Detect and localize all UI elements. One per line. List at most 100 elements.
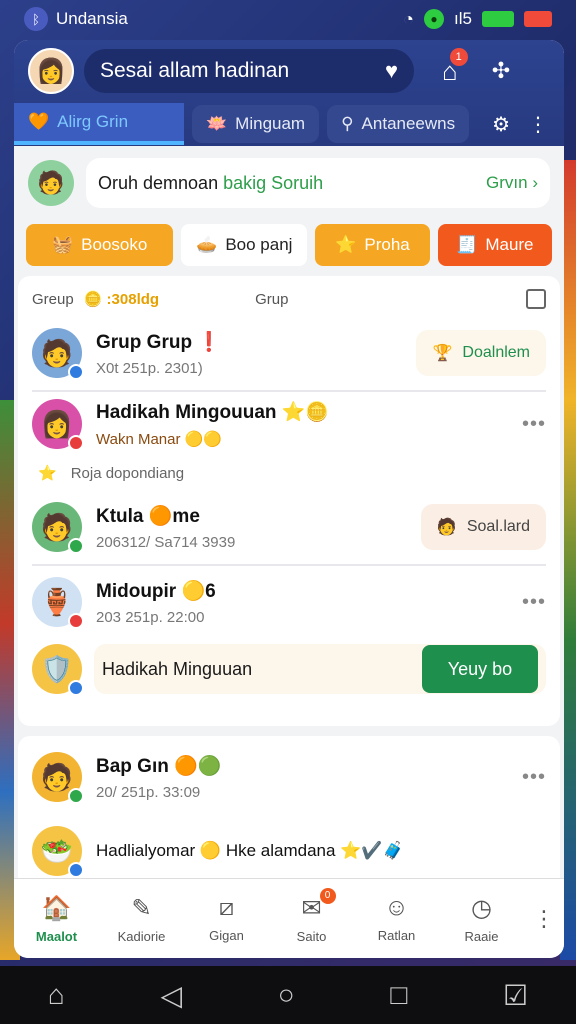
app-header: 👩 Sesai allam hadinan ♥ ⌂ 1 ✣ 🧡 Alirg Gr…	[14, 40, 564, 146]
chip-label: Boosoko	[81, 235, 148, 254]
nav-label: Ratlan	[377, 928, 416, 943]
chip-boo-panj[interactable]: 🥧 Boo panj	[181, 224, 308, 266]
list-header-right: Grup	[255, 290, 289, 308]
promo-more-link[interactable]: Grvın ›	[486, 173, 538, 193]
circle-home-icon[interactable]: ○	[278, 979, 295, 1011]
nav-gigan[interactable]: ⧄ Gigan	[184, 894, 269, 943]
avatar: 🧑	[32, 752, 84, 804]
row-extra: Roja dopondiang	[70, 464, 185, 482]
pie-icon: 🥧	[196, 235, 218, 254]
tab-label: Antaneewns	[361, 114, 456, 133]
basket-icon: 🧺	[51, 235, 74, 254]
row-action-button[interactable]: 🧑 Soal.lard	[420, 504, 546, 550]
weekly-label: Hadikah Minguuan	[102, 658, 253, 679]
row-subtitle: X0t 251p. 2301)	[96, 359, 203, 377]
weekly-action-button[interactable]: Yeuy bo	[422, 645, 538, 693]
row-subtitle: 206312/ Sa714 3939	[96, 533, 236, 551]
more-icon[interactable]: •••	[522, 591, 546, 614]
avatar: 🧑	[32, 328, 84, 380]
row-action-button[interactable]: 🏆 Doalnlem	[416, 330, 546, 376]
trophy-icon: 🏆	[432, 345, 453, 362]
home-icon[interactable]: ⌂	[48, 979, 65, 1011]
row-title: Grup Grup	[96, 331, 193, 353]
promo-text: Oruh demnoan	[98, 172, 219, 193]
weekly-row: 🛡️ Hadikah Minguuan Yeuy bo	[32, 638, 546, 700]
checklist-icon[interactable]: ☑	[503, 979, 528, 1012]
list-item[interactable]: 👩 Hadikah Mingouuan ⭐🪙 Wakn Manar 🟡🟡 •••	[32, 390, 546, 456]
nav-maalot[interactable]: 🏠 Maalot	[14, 894, 99, 944]
row-title: Ktula 🟠me	[96, 505, 200, 527]
row-subtitle: Wakn Manar 🟡🟡	[96, 431, 222, 448]
settings-icon[interactable]: ⚙	[492, 112, 510, 137]
chart-icon: ⧄	[218, 894, 235, 921]
star-icon: ⭐	[335, 235, 357, 254]
action-label: Doalnlem	[462, 344, 530, 361]
chip-row: 🧺 Boosoko 🥧 Boo panj ⭐ Proha 🧾 Maure	[26, 224, 553, 266]
app-window: 👩 Sesai allam hadinan ♥ ⌂ 1 ✣ 🧡 Alirg Gr…	[14, 40, 564, 958]
nav-label: Maalot	[35, 928, 78, 944]
search-icon: ⚲	[341, 114, 354, 133]
gift-icon: 🪷	[206, 114, 228, 133]
nav-ratlan[interactable]: ☺ Ratlan	[354, 894, 439, 943]
chip-proha[interactable]: ⭐ Proha	[315, 224, 430, 266]
list-item[interactable]: 🧑 Bap Gın 🟠🟢 20/ 251p. 33:09 •••	[32, 740, 546, 814]
star-icon: ⭐	[38, 465, 57, 482]
chip-boosoko[interactable]: 🧺 Boosoko	[26, 224, 174, 266]
more-icon[interactable]: ⋮	[524, 906, 564, 932]
recents-icon[interactable]: □	[390, 979, 407, 1011]
promo-banner[interactable]: 🧑 Oruh demnoan bakig Soruih Grvın ›	[28, 156, 550, 210]
nav-kadiorie[interactable]: ✎ Kadiorie	[99, 894, 184, 944]
nav-label: Gigan	[209, 928, 244, 943]
sparkle-icon[interactable]: ✣	[492, 58, 510, 84]
avatar[interactable]: 👩	[28, 48, 74, 94]
chip-label: Boo panj	[225, 235, 293, 254]
list-header-left: Greup	[32, 290, 74, 308]
promo-highlight: bakig Soruih	[223, 172, 324, 193]
list-item[interactable]: 🥗 Hadlialyomar 🟡 Hke alamdana ⭐✔️🧳	[32, 814, 546, 888]
list-subitem: ⭐ Roja dopondiang	[32, 456, 546, 490]
avatar: 🥗	[32, 826, 84, 878]
list-item[interactable]: 🧑 Ktula 🟠me 206312/ Sa714 3939 🧑 Soal.la…	[32, 490, 546, 564]
list-item[interactable]: 🧑 Grup Grup ❗ X0t 251p. 2301) 🏆 Doalnlem	[32, 316, 546, 390]
checkbox[interactable]	[526, 289, 546, 309]
alert-icon: ❗	[197, 331, 222, 353]
avatar: 🧑	[32, 502, 84, 554]
tab-antaneewns[interactable]: ⚲ Antaneewns	[327, 105, 470, 143]
bottom-nav: 🏠 Maalot ✎ Kadiorie ⧄ Gigan ✉ 0 Saito ☺ …	[14, 878, 564, 958]
shield-icon: 🛡️	[32, 644, 84, 696]
heart-icon[interactable]: ♥	[385, 58, 398, 84]
more-icon[interactable]: •••	[522, 766, 546, 789]
row-title: Midoupir 🟡6	[96, 580, 216, 602]
list-item[interactable]: 🏺 Midoupir 🟡6 203 251p. 22:00 •••	[32, 564, 546, 638]
tab-label: Alirg Grin	[57, 112, 129, 131]
chip-maure[interactable]: 🧾 Maure	[437, 224, 553, 266]
bluetooth-icon: ᛒ	[24, 7, 48, 31]
row-title: Hadlialyomar 🟡 Hke alamdana ⭐✔️🧳	[96, 841, 404, 860]
row-subtitle: 203 251p. 22:00	[96, 608, 205, 626]
tab-alirg-grin[interactable]: 🧡 Alirg Grin	[14, 103, 184, 145]
chip-label: Maure	[485, 235, 534, 254]
nav-label: Raaie	[464, 928, 499, 944]
group-list: Greup 🪙 :308ldg Grup 🧑 Grup Grup ❗ X0t 2…	[18, 276, 560, 726]
row-subtitle: 20/ 251p. 33:09	[96, 783, 201, 801]
battery-icon	[482, 11, 514, 27]
tab-minguam[interactable]: 🪷 Minguam	[192, 105, 320, 143]
alert-icon	[524, 11, 552, 27]
notification-badge: 1	[449, 47, 468, 66]
system-nav-bar: ⌂ ◁ ○ □ ☑	[0, 966, 576, 1024]
avatar: 🏺	[32, 577, 84, 629]
receipt-icon: 🧾	[456, 235, 478, 254]
home-icon[interactable]: ⌂ 1	[442, 47, 468, 87]
user-icon: ☺	[384, 894, 409, 921]
nav-saito[interactable]: ✉ 0 Saito	[269, 887, 354, 944]
clock-icon: ◷	[471, 894, 492, 922]
more-icon[interactable]: ⋮	[528, 112, 548, 137]
avatar: 👩	[32, 399, 84, 451]
nav-raaie[interactable]: ◷ Raaie	[439, 894, 524, 944]
more-icon[interactable]: •••	[522, 413, 546, 436]
nav-label: Saito	[296, 928, 327, 944]
back-icon[interactable]: ◁	[160, 979, 182, 1012]
search-bar[interactable]: Sesai allam hadinan ♥	[84, 49, 414, 93]
group-list-2: 🧑 Bap Gın 🟠🟢 20/ 251p. 33:09 ••• 🥗 Hadli…	[18, 736, 560, 896]
list-header: Greup 🪙 :308ldg Grup	[32, 282, 546, 316]
